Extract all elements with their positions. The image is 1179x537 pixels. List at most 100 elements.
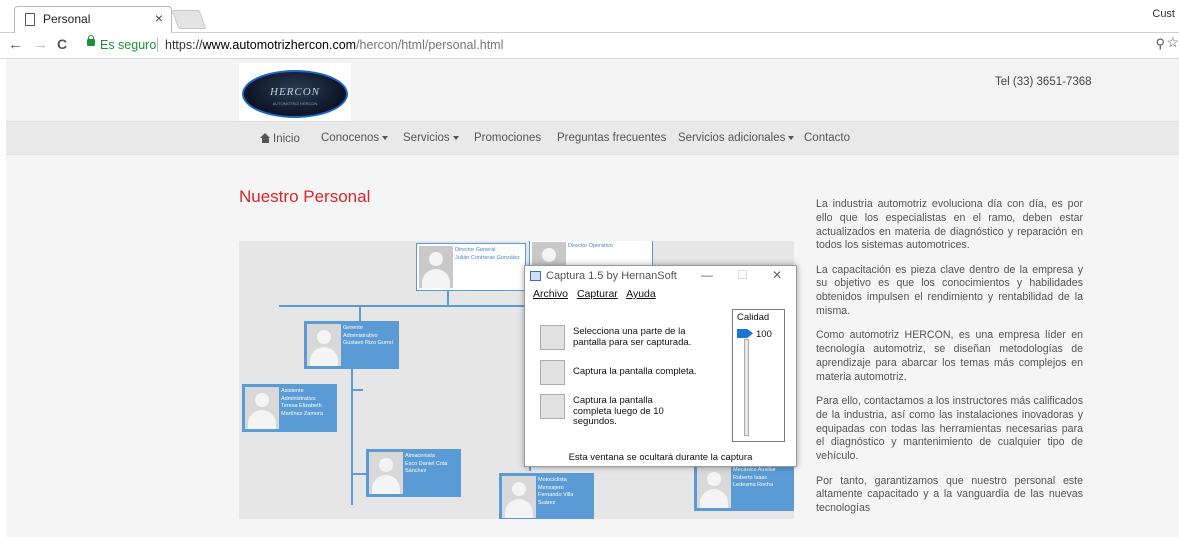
card-name: Roberto Isaac Ledesma Rocha (733, 474, 774, 489)
org-card-director-general[interactable]: Director General Julián Contreras Gonzále… (416, 243, 526, 291)
org-card-asistente[interactable]: Asistente Administrativo Teresa Elizabeth… (242, 384, 337, 432)
person-avatar-icon (369, 452, 403, 494)
tab-close-icon[interactable]: × (155, 10, 163, 26)
page-title: Nuestro Personal (239, 187, 371, 206)
home-icon (260, 133, 271, 143)
region-capture-button[interactable] (540, 325, 565, 350)
nav-label: Inicio (273, 133, 300, 145)
connector-line (447, 289, 449, 307)
nav-label: Contacto (804, 132, 851, 144)
nav-contacto[interactable]: Contacto (804, 132, 850, 144)
browser-toolbar: ← → C Es seguro https://www.automotrizhe… (0, 33, 1179, 59)
about-text: La industria automotriz evoluciona día c… (816, 198, 1083, 526)
quality-panel: Calidad 100 (732, 309, 785, 442)
paragraph: La industria automotriz evoluciona día c… (816, 198, 1083, 252)
paragraph: Como automotriz HERCON, es una empresa l… (816, 329, 1083, 383)
card-role: Almacenista (405, 453, 435, 459)
nav-label: Conocenos (321, 132, 380, 144)
site-header: HERCON AUTOMOTRIZ HERCON Tel (33) 3651-7… (6, 59, 1179, 121)
capture-window: Captura 1.5 by HernanSoft — ☐ ✕ Archivo … (524, 265, 797, 467)
option-region[interactable]: Selecciona una parte de la pantalla para… (540, 325, 730, 351)
lock-icon (87, 35, 95, 46)
phone-number: Tel (33) 3651-7368 (995, 76, 1092, 88)
connector-line (351, 365, 353, 505)
site-logo[interactable]: HERCON AUTOMOTRIZ HERCON (239, 63, 351, 121)
org-card-motociclista[interactable]: Motociclista Mensajero Fernando Villa Suá… (499, 473, 594, 519)
url-text[interactable]: https://www.automotrizhercon.com/hercon/… (165, 38, 503, 52)
card-role: Asistente Administrativo (281, 388, 316, 402)
connector-line (351, 389, 363, 391)
menu-ayuda[interactable]: Ayuda (626, 288, 656, 300)
person-avatar-icon (419, 246, 453, 288)
quality-slider-track[interactable] (744, 339, 749, 436)
card-role: Director General (455, 247, 496, 253)
nav-servicios-adicionales[interactable]: Servicios adicionales (678, 132, 795, 144)
capture-note: Esta ventana se ocultará durante la capt… (568, 452, 753, 463)
menu-archivo[interactable]: Archivo (533, 288, 568, 300)
paragraph: Por tanto, garantizamos que nuestro pers… (816, 474, 1083, 515)
card-name: Esco Daniel Cota Sánchez (405, 460, 448, 475)
card-role: Mecánico Auxiliar (733, 467, 776, 473)
org-card-mecanico[interactable]: Mecánico Auxiliar Roberto Isaac Ledesma R… (694, 463, 794, 511)
org-card-gerente[interactable]: Gerente Administrativo Gustavo Rizo Gurre… (304, 321, 399, 369)
new-tab-button[interactable] (171, 10, 207, 29)
capture-title: Captura 1.5 by HernanSoft (546, 270, 677, 282)
paragraph: La capacitación es pieza clave dentro de… (816, 263, 1083, 318)
option-label: Captura la pantalla completa luego de 10… (573, 395, 664, 427)
zoom-icon[interactable]: ⚲ (1155, 36, 1165, 52)
person-avatar-icon (697, 466, 731, 508)
caret-down-icon (788, 136, 795, 140)
site-navbar: Inicio Conocenos Servicios Promociones P… (6, 121, 1179, 155)
quality-value: 100 (756, 329, 772, 340)
bookmark-star-icon[interactable]: ☆ (1166, 34, 1179, 51)
org-card-almacenista[interactable]: Almacenista Esco Daniel Cota Sánchez (366, 449, 461, 497)
paragraph: Para ello, contactamos a los instructore… (816, 395, 1083, 463)
url-path: /hercon/html/personal.html (356, 38, 504, 52)
quality-label: Calidad (737, 312, 770, 323)
fullscreen-capture-button[interactable] (540, 360, 565, 385)
forward-icon[interactable]: → (33, 36, 48, 53)
option-delayed[interactable]: Captura la pantalla completa luego de 10… (540, 394, 730, 427)
nav-inicio[interactable]: Inicio (260, 132, 300, 145)
card-name: Julián Contreras González (455, 254, 520, 261)
logo-text: HERCON (270, 86, 320, 98)
nav-promociones[interactable]: Promociones (474, 132, 541, 144)
card-name: Fernando Villa Suárez (538, 492, 574, 506)
reload-icon[interactable]: C (57, 36, 67, 52)
person-avatar-icon (502, 476, 536, 518)
person-avatar-icon (307, 324, 341, 366)
option-fullscreen[interactable]: Captura la pantalla completa. (540, 360, 730, 386)
nav-servicios[interactable]: Servicios (403, 132, 459, 144)
logo-subtext: AUTOMOTRIZ HERCON (272, 101, 318, 106)
quality-slider-thumb[interactable] (737, 329, 753, 338)
caret-down-icon (382, 136, 389, 140)
card-name: Gustavo Rizo Gurrel (343, 340, 393, 346)
nav-preguntas[interactable]: Preguntas frecuentes (557, 132, 666, 144)
capture-titlebar[interactable]: Captura 1.5 by HernanSoft — ☐ ✕ (525, 266, 796, 286)
person-avatar-icon (245, 387, 279, 429)
capture-menubar: Archivo Capturar Ayuda (533, 288, 662, 300)
card-name: Teresa Elizabeth Martínez Zamora (281, 403, 323, 417)
nav-conocenos[interactable]: Conocenos (321, 132, 389, 144)
maximize-icon[interactable]: ☐ (737, 268, 748, 282)
secure-label: Es seguro (100, 38, 157, 52)
option-label: Captura la pantalla completa. (573, 366, 697, 377)
divider (157, 37, 158, 52)
nav-label: Servicios (403, 132, 450, 144)
caret-down-icon (452, 136, 459, 140)
page-icon (25, 13, 35, 26)
card-role: Gerente Administrativo (343, 325, 378, 339)
tab-title: Personal (43, 12, 91, 26)
profile-label[interactable]: Cust (1152, 8, 1175, 20)
close-icon[interactable]: ✕ (772, 268, 782, 282)
browser-tab[interactable]: Personal × (14, 6, 172, 33)
menu-capturar[interactable]: Capturar (577, 288, 618, 300)
delayed-capture-button[interactable] (540, 394, 565, 419)
capture-app-icon (530, 271, 541, 281)
back-icon[interactable]: ← (8, 36, 23, 53)
tab-strip: Personal × Cust (0, 0, 1179, 33)
address-bar[interactable]: Es seguro https://www.automotrizhercon.c… (82, 35, 1152, 55)
option-label: Selecciona una parte de la pantalla para… (573, 326, 692, 348)
card-role: Director Operativo (568, 243, 613, 249)
minimize-icon[interactable]: — (701, 268, 713, 282)
